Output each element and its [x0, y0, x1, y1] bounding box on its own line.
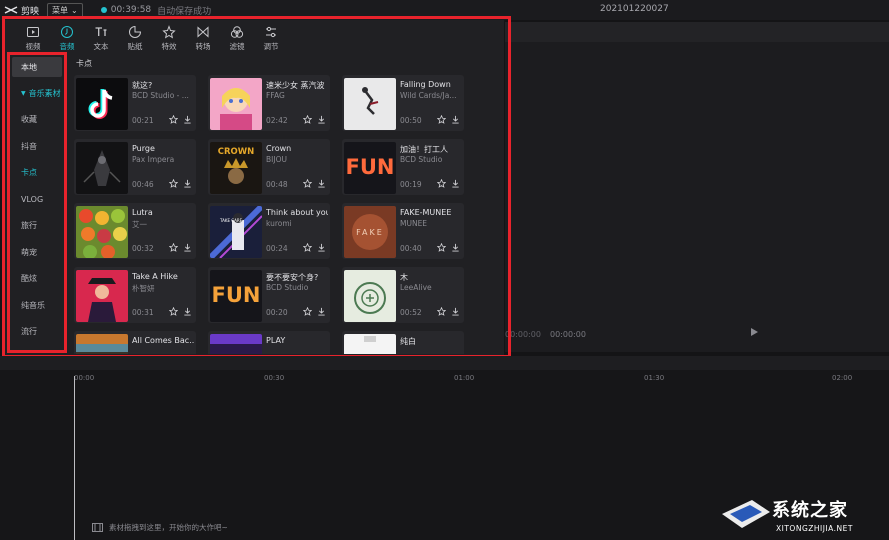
- ruler-tick: 00:00: [74, 374, 95, 382]
- app-name: 剪映: [21, 6, 40, 17]
- film-icon: [92, 523, 103, 532]
- timeline-toolbar: [0, 356, 889, 370]
- timeline-playhead[interactable]: [74, 376, 75, 540]
- autosave-time: 00:39:58: [110, 5, 152, 15]
- preview-time-total: 00:00:00: [550, 330, 586, 339]
- highlight-frame-panel: [2, 16, 511, 358]
- ruler-tick: 00:30: [264, 374, 285, 382]
- drop-hint-text: 素材拖拽到这里，开始你的大作吧~: [109, 523, 228, 532]
- chevron-down-icon: ⌄: [71, 5, 78, 15]
- capcut-logo-icon: [4, 6, 18, 14]
- ruler-tick: 01:00: [454, 374, 475, 382]
- preview-header: [505, 22, 889, 42]
- app-logo: 剪映: [4, 4, 39, 17]
- ruler-tick: 01:30: [644, 374, 665, 382]
- watermark-url: XITONGZHIJIA.NET: [776, 524, 853, 533]
- ruler-tick: 02:00: [832, 374, 853, 382]
- app-window: 剪映 菜单 ⌄ 00:39:58 自动保存成功 202101220027 00:…: [0, 0, 889, 540]
- timeline-drop-hint: 素材拖拽到这里，开始你的大作吧~: [92, 522, 228, 533]
- play-icon[interactable]: [748, 326, 760, 338]
- watermark-text: 系统之家: [772, 500, 848, 521]
- menu-label: 菜单: [52, 5, 69, 15]
- highlight-frame-sidebar: [7, 52, 67, 353]
- document-title: 202101220027: [600, 4, 669, 14]
- autosave-dot-icon: [100, 7, 107, 13]
- autosave-status: 自动保存成功: [157, 6, 212, 17]
- preview-panel: 00:00:00 00:00:00: [505, 22, 889, 352]
- timeline-ruler: 00:00 00:30 01:00 01:30 02:00: [72, 374, 889, 386]
